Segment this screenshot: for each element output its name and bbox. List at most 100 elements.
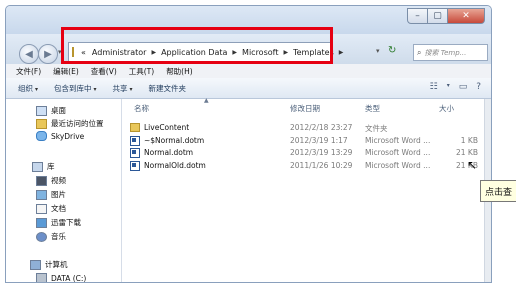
- include-in-library-button[interactable]: 包含到库中 ▾: [54, 83, 97, 94]
- view-options-icon[interactable]: ☷: [430, 82, 438, 92]
- word-template-icon: [130, 148, 140, 158]
- file-date: 2012/3/19 1:17: [290, 135, 348, 145]
- file-row[interactable]: Normal.dotm 2012/3/19 13:29 Microsoft Wo…: [122, 146, 491, 159]
- column-header-size[interactable]: 大小: [439, 103, 454, 114]
- computer-icon: [30, 259, 41, 270]
- search-icon: ⌕: [417, 47, 422, 57]
- tooltip: 点击查: [480, 180, 516, 202]
- chevron-down-icon[interactable]: ▾: [447, 82, 450, 92]
- help-icon[interactable]: ?: [476, 82, 481, 92]
- organize-label: 组织: [18, 83, 33, 93]
- menu-bar: 文件(F) 编辑(E) 查看(V) 工具(T) 帮助(H): [6, 64, 491, 78]
- new-folder-button[interactable]: 新建文件夹: [149, 83, 187, 94]
- nav-item-label: 图片: [51, 190, 66, 199]
- file-list: ▲ 名称 修改日期 类型 大小 LiveContent 2012/2/18 23…: [122, 97, 491, 282]
- menu-file[interactable]: 文件(F): [16, 66, 41, 77]
- navigation-pane: 桌面 最近访问的位置 SkyDrive 库 视频 图片 文档 迅雷下载 音乐 计…: [6, 99, 122, 282]
- include-library-label: 包含到库中: [54, 83, 92, 93]
- word-template-icon: [130, 160, 140, 171]
- refresh-icon[interactable]: ↻: [388, 45, 396, 56]
- nav-item-label: 桌面: [51, 106, 66, 115]
- forward-button[interactable]: ▶: [38, 44, 58, 64]
- download-icon: [36, 217, 47, 228]
- nav-item-skydrive[interactable]: SkyDrive: [36, 131, 84, 141]
- nav-item-label: DATA (C:): [51, 273, 87, 283]
- column-header-name[interactable]: 名称: [134, 103, 149, 114]
- skydrive-icon: [36, 131, 47, 141]
- file-name: ~$Normal.dotm: [144, 135, 205, 145]
- file-row[interactable]: NormalOld.dotm 2011/1/26 10:29 Microsoft…: [122, 159, 491, 172]
- nav-item-computer[interactable]: 计算机: [30, 259, 68, 270]
- window-controls: – ▢ ✕: [407, 8, 485, 24]
- nav-item-label: 文档: [51, 204, 66, 213]
- menu-view[interactable]: 查看(V): [91, 66, 117, 77]
- file-name: LiveContent: [144, 123, 190, 132]
- documents-icon: [36, 203, 47, 214]
- nav-item-desktop[interactable]: 桌面: [36, 105, 66, 116]
- nav-item-documents[interactable]: 文档: [36, 203, 66, 214]
- back-button[interactable]: ◀: [19, 44, 39, 64]
- nav-item-videos[interactable]: 视频: [36, 175, 66, 186]
- library-icon: [32, 161, 43, 172]
- address-dropdown-icon[interactable]: ▾: [376, 47, 380, 55]
- column-header-date[interactable]: 修改日期: [290, 103, 320, 114]
- share-button[interactable]: 共享 ▾: [113, 83, 133, 94]
- close-button[interactable]: ✕: [448, 8, 485, 24]
- chevron-down-icon: ▾: [93, 85, 97, 93]
- nav-item-label: 视频: [51, 176, 66, 185]
- search-input[interactable]: ⌕ 搜索 Temp...: [413, 44, 488, 61]
- chevron-right-icon[interactable]: ▶: [337, 49, 346, 56]
- command-bar: 组织 ▾ 包含到库中 ▾ 共享 ▾ 新建文件夹 ☷ ▾ ▭ ?: [6, 78, 491, 99]
- file-size: 1 KB: [460, 135, 478, 145]
- file-date: 2012/3/19 13:29: [290, 148, 353, 157]
- nav-item-label: 库: [47, 162, 55, 171]
- file-row[interactable]: ~$Normal.dotm 2012/3/19 1:17 Microsoft W…: [122, 134, 491, 147]
- chevron-down-icon: ▾: [35, 85, 39, 93]
- file-type: Microsoft Word ...: [365, 148, 431, 157]
- menu-help[interactable]: 帮助(H): [166, 66, 193, 77]
- chevron-down-icon: ▾: [129, 85, 133, 93]
- column-headers: ▲ 名称 修改日期 类型 大小: [122, 97, 491, 115]
- nav-item-label: 计算机: [45, 260, 68, 269]
- view-controls: ☷ ▾ ▭ ?: [430, 82, 481, 92]
- file-date: 2012/2/18 23:27: [290, 123, 353, 132]
- menu-edit[interactable]: 编辑(E): [53, 66, 79, 77]
- word-template-icon: [130, 135, 140, 146]
- nav-item-libraries[interactable]: 库: [32, 161, 55, 172]
- nav-item-pictures[interactable]: 图片: [36, 189, 66, 200]
- file-type: 文件夹: [365, 124, 388, 133]
- maximize-button[interactable]: ▢: [428, 8, 448, 24]
- preview-pane-icon[interactable]: ▭: [459, 82, 468, 92]
- desktop-icon: [36, 105, 47, 116]
- video-icon: [36, 175, 47, 186]
- music-icon: [36, 231, 47, 242]
- nav-item-thunder-downloads[interactable]: 迅雷下载: [36, 217, 81, 228]
- file-type: Microsoft Word ...: [365, 135, 431, 145]
- search-placeholder: 搜索 Temp...: [424, 48, 467, 57]
- file-row[interactable]: LiveContent 2012/2/18 23:27 文件夹: [122, 121, 491, 134]
- organize-button[interactable]: 组织 ▾: [18, 83, 38, 94]
- nav-item-label: 迅雷下载: [51, 218, 81, 227]
- nav-item-recent-places[interactable]: 最近访问的位置: [36, 118, 104, 129]
- minimize-button[interactable]: –: [407, 8, 428, 24]
- file-date: 2011/1/26 10:29: [290, 160, 353, 170]
- nav-item-drive-c[interactable]: DATA (C:): [36, 273, 87, 283]
- share-label: 共享: [112, 83, 128, 93]
- drive-icon: [36, 273, 47, 282]
- file-rows: LiveContent 2012/2/18 23:27 文件夹 ~$Normal…: [122, 121, 491, 171]
- file-name: NormalOld.dotm: [144, 160, 206, 170]
- highlight-box: [61, 27, 333, 64]
- menu-tools[interactable]: 工具(T): [129, 66, 154, 77]
- file-type: Microsoft Word ...: [365, 160, 431, 170]
- nav-item-label: 最近访问的位置: [51, 119, 104, 128]
- sort-ascending-icon: ▲: [204, 97, 209, 104]
- recent-places-icon: [36, 118, 47, 129]
- folder-icon: [130, 123, 140, 132]
- column-header-type[interactable]: 类型: [365, 103, 380, 114]
- file-size: 21 KB: [456, 148, 478, 157]
- nav-item-music[interactable]: 音乐: [36, 231, 66, 242]
- file-name: Normal.dotm: [144, 148, 194, 157]
- nav-item-label: 音乐: [51, 232, 66, 241]
- nav-item-label: SkyDrive: [51, 131, 85, 141]
- mouse-cursor-icon: ↖: [467, 158, 478, 172]
